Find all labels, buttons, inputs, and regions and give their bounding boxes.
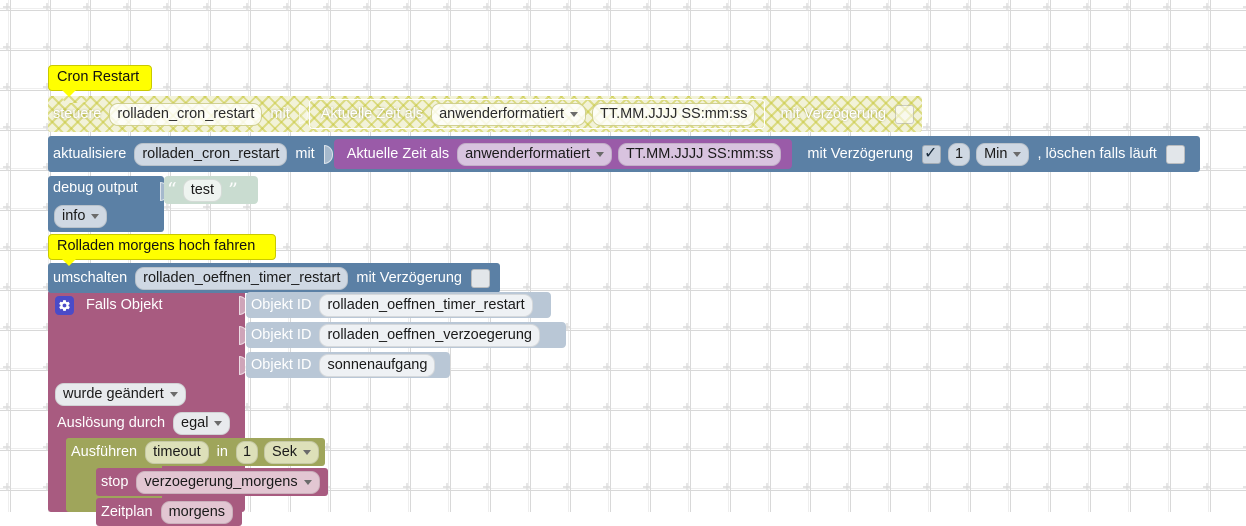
aktuelle-zeit-format-value[interactable]: TT.MM.JJJJ SS:mm:ss xyxy=(592,102,756,126)
umschalten-delay-checkbox[interactable] xyxy=(470,268,490,288)
timeout-unit[interactable]: Sek xyxy=(264,440,320,464)
steuere-with-label: mit xyxy=(270,106,290,122)
block-aktualisiere[interactable]: aktualisiere rolladen_cron_restart mit A… xyxy=(48,136,1200,172)
umschalten-delay-label: mit Verzögerung xyxy=(356,270,462,286)
ausfuehren-in-label: in xyxy=(216,444,228,460)
aktualisiere-clear-checkbox[interactable] xyxy=(1165,144,1185,164)
aktualisiere-delay-checkbox[interactable] xyxy=(922,143,942,164)
objekt-id-label: Objekt ID xyxy=(251,357,312,373)
source-select[interactable]: egal xyxy=(173,411,231,435)
timeout-name-field[interactable]: timeout xyxy=(145,440,209,464)
block-steuere-disabled[interactable]: steuere rolladen_cron_restart mit Aktuel… xyxy=(48,96,922,132)
aktualisiere-delay-label: mit Verzögerung xyxy=(807,146,914,162)
stop-label: stop xyxy=(101,474,129,490)
stop-timer-select[interactable]: verzoegerung_morgens xyxy=(136,470,320,494)
open-quote: “ xyxy=(167,178,177,201)
steuere-label: steuere xyxy=(53,106,102,122)
comment-text: Cron Restart xyxy=(57,69,140,85)
aktualisiere-object-id[interactable]: rolladen_cron_restart xyxy=(134,142,288,166)
timeout-amount[interactable]: 1 xyxy=(235,440,259,464)
falls-objekt-header[interactable]: Falls Objekt xyxy=(48,290,245,320)
zeitplan-value[interactable]: morgens xyxy=(160,500,234,524)
aktualisiere-with-label: mit xyxy=(295,146,315,162)
block-text-string[interactable]: “ test ” xyxy=(164,176,258,204)
steuere-delay-checkbox[interactable] xyxy=(895,104,915,124)
objekt-id-label: Objekt ID xyxy=(251,297,312,313)
steuere-delay-label: mit Verzögerung xyxy=(780,106,887,122)
aktuelle-zeit-format-select[interactable]: anwenderformatiert xyxy=(431,102,587,126)
aktualisiere-value-socket[interactable] xyxy=(323,144,333,164)
objekt-id-value[interactable]: rolladen_oeffnen_verzoegerung xyxy=(319,323,540,347)
debug-severity-select[interactable]: info xyxy=(54,204,108,228)
block-umschalten[interactable]: umschalten rolladen_oeffnen_timer_restar… xyxy=(48,263,500,293)
aktualisiere-delay-amount[interactable]: 1 xyxy=(948,142,971,166)
ausfuehren-label: Ausführen xyxy=(71,444,138,460)
aktualisiere-delay-unit[interactable]: Min xyxy=(976,142,1030,166)
umschalten-object-id[interactable]: rolladen_oeffnen_timer_restart xyxy=(135,266,349,290)
steuere-value-socket[interactable] xyxy=(298,104,308,124)
debug-text-value[interactable]: test xyxy=(182,178,223,202)
steuere-object-id[interactable]: rolladen_cron_restart xyxy=(109,102,263,126)
block-objekt-id-row[interactable]: Objekt ID sonnenaufgang xyxy=(246,352,450,378)
block-aktuelle-zeit-disabled[interactable]: Aktuelle Zeit als anwenderformatiert TT.… xyxy=(308,99,766,129)
block-objekt-id-row[interactable]: Objekt ID rolladen_oeffnen_timer_restart xyxy=(246,292,551,318)
falls-objekt-label: Falls Objekt xyxy=(86,297,163,313)
aktuelle-zeit-label: Aktuelle Zeit als xyxy=(320,106,424,122)
debug-output-label: debug output xyxy=(53,180,138,196)
aktualisiere-clear-label: , löschen falls läuft xyxy=(1037,146,1157,162)
aktuelle-zeit-label: Aktuelle Zeit als xyxy=(346,146,450,162)
close-quote: ” xyxy=(228,178,238,201)
comment-rolladen-morgens[interactable]: Rolladen morgens hoch fahren xyxy=(48,234,276,266)
block-zeitplan[interactable]: Zeitplan morgens xyxy=(96,498,242,526)
aktuelle-zeit-format-select[interactable]: anwenderformatiert xyxy=(457,142,612,166)
objekt-id-value[interactable]: rolladen_oeffnen_timer_restart xyxy=(319,293,533,317)
falls-objekt-source-row[interactable]: Auslösung durch egal xyxy=(52,411,252,435)
aktuelle-zeit-format-value[interactable]: TT.MM.JJJJ SS:mm:ss xyxy=(618,142,782,166)
falls-objekt-condition-row[interactable]: wurde geändert xyxy=(52,382,242,406)
aktualisiere-label: aktualisiere xyxy=(53,146,127,162)
block-objekt-id-row[interactable]: Objekt ID rolladen_oeffnen_verzoegerung xyxy=(246,322,566,348)
condition-select[interactable]: wurde geändert xyxy=(55,382,186,406)
comment-text: Rolladen morgens hoch fahren xyxy=(57,238,256,254)
objekt-id-label: Objekt ID xyxy=(251,327,312,343)
zeitplan-label: Zeitplan xyxy=(101,504,153,520)
gear-icon[interactable] xyxy=(55,295,74,315)
ausfuehren-header[interactable]: Ausführen timeout in 1 Sek xyxy=(66,438,325,466)
source-label: Auslösung durch xyxy=(57,415,166,431)
comment-cron-restart[interactable]: Cron Restart xyxy=(48,65,152,97)
block-stop-timer[interactable]: stop verzoegerung_morgens xyxy=(96,468,328,496)
block-debug-output[interactable]: debug output info xyxy=(48,176,164,232)
umschalten-label: umschalten xyxy=(53,270,128,286)
block-aktuelle-zeit[interactable]: Aktuelle Zeit als anwenderformatiert TT.… xyxy=(333,139,793,169)
objekt-id-value[interactable]: sonnenaufgang xyxy=(319,353,436,377)
